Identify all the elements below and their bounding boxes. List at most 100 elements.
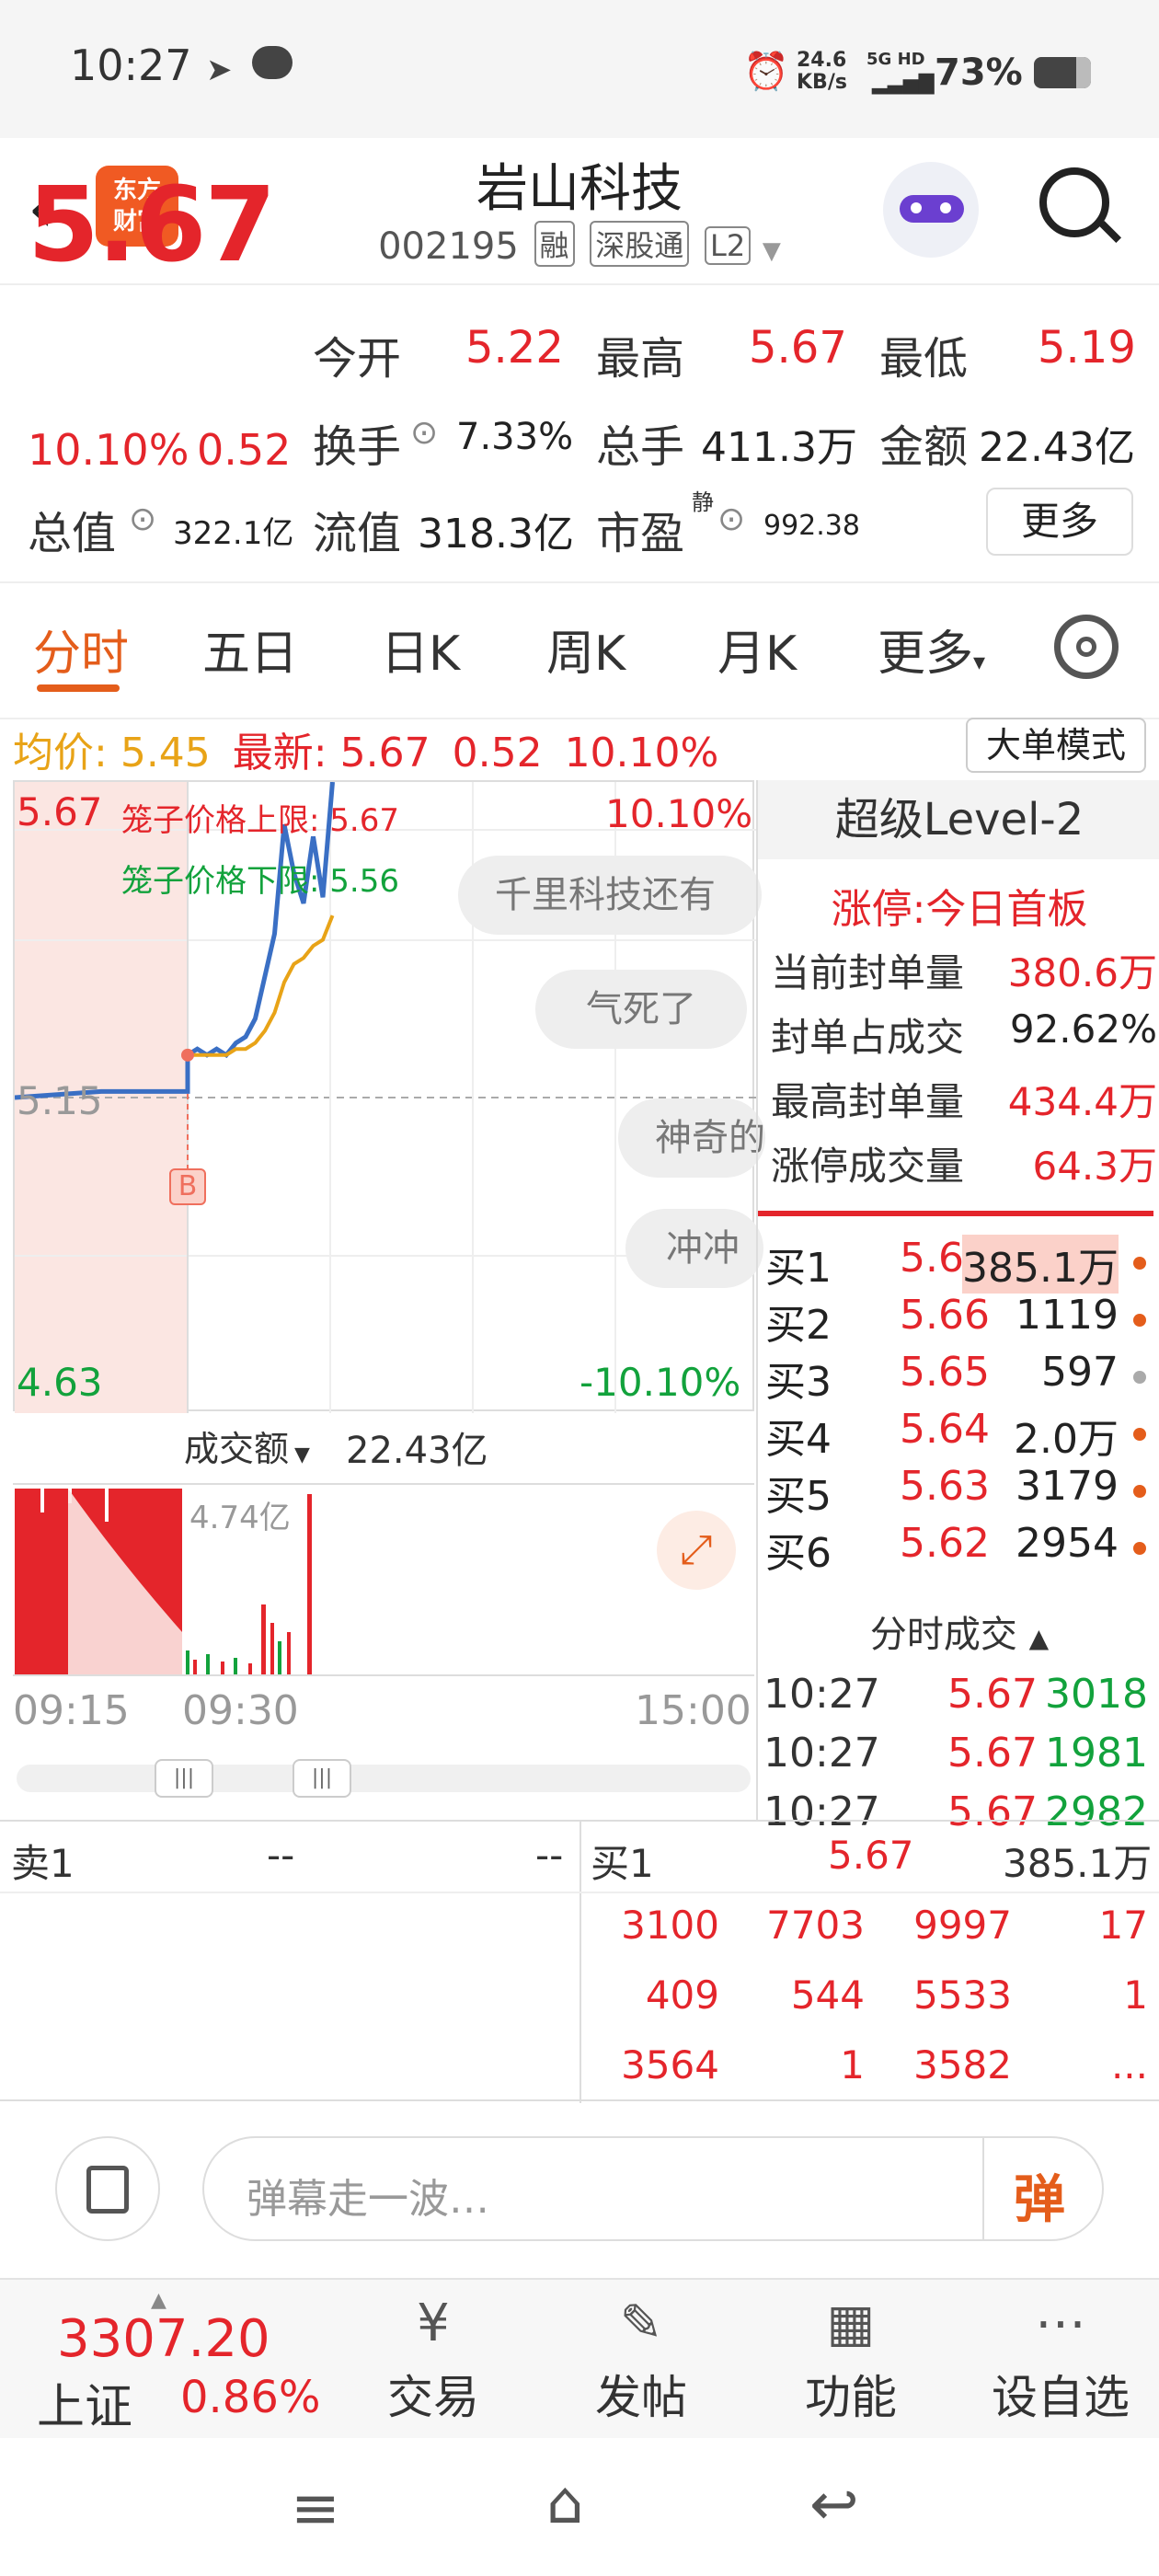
bid-label: 买4	[765, 1416, 832, 1463]
latest-change: 0.52	[452, 730, 543, 776]
buy-marker[interactable]: B	[169, 1168, 206, 1205]
queue-cell: 9997	[913, 1903, 1012, 1948]
add-watchlist-button[interactable]: ⋯ 设自选	[975, 2287, 1146, 2434]
tick-price: 5.67	[947, 1671, 1038, 1718]
info-icon[interactable]: ⊙	[129, 500, 156, 538]
bid-level-row[interactable]: 买6 5.62 2954	[765, 1520, 1159, 1577]
tag-margin: 融	[534, 221, 575, 267]
chart-tabs: 分时 五日 日K 周K 月K 更多▾	[0, 581, 1159, 719]
tick-volume: 3018	[1045, 1671, 1148, 1718]
time-range-slider[interactable]: ||| |||	[17, 1759, 751, 1798]
open-label: 今开	[313, 333, 402, 385]
bid1-label: 买1	[591, 1841, 654, 1886]
divider	[982, 2138, 984, 2239]
queue-cell: 544	[790, 1972, 865, 2018]
queue-cell: 7703	[766, 1903, 865, 1948]
cage-upper-limit: 笼子价格上限: 5.67	[121, 795, 399, 840]
trade-button[interactable]: ¥ 交易	[364, 2287, 502, 2434]
cage-lower-limit: 笼子价格下限: 5.56	[121, 856, 399, 901]
robot-assistant-icon[interactable]	[883, 162, 979, 258]
tab-5day[interactable]: 五日	[202, 615, 298, 684]
gear-icon[interactable]	[1054, 615, 1119, 679]
change-percent: 10.10%	[28, 425, 189, 475]
tick-price: 5.67	[947, 1730, 1038, 1777]
functions-button[interactable]: ▦ 功能	[782, 2287, 920, 2434]
float-label: 流值	[313, 508, 402, 559]
trade-label: 交易	[387, 2371, 479, 2424]
volume-selector[interactable]: 成交额 ▼	[184, 1420, 310, 1471]
bid-level-row[interactable]: 买1 5.67 385.1万	[765, 1235, 1159, 1294]
grid-icon: ▦	[826, 2294, 876, 2353]
bid-price: 5.63	[900, 1463, 990, 1510]
pe-value: 992.38	[763, 510, 860, 542]
danmaku-bubble[interactable]: 气死了	[535, 970, 747, 1049]
queue-cell: 1	[840, 2042, 865, 2087]
signal-indicator: 5G HD	[866, 50, 925, 69]
pe-label: 市盈	[596, 508, 685, 559]
time-label-start: 09:15	[13, 1687, 130, 1734]
danmaku-bubble[interactable]: 千里科技还有	[458, 856, 762, 935]
queue-cell: ...	[1110, 2042, 1148, 2087]
tab-more[interactable]: 更多▾	[878, 615, 985, 684]
info-icon[interactable]: ⊙	[410, 414, 438, 452]
send-danmaku-button[interactable]: 弹	[1014, 2158, 1065, 2233]
time-label-open: 09:30	[182, 1687, 299, 1734]
index-widget[interactable]: ▲ 3307.20 上证 0.86%	[28, 2289, 322, 2436]
bid-dot-icon	[1133, 1257, 1146, 1270]
tick-row: 10:27 5.67 1981	[763, 1730, 1159, 1787]
bid-level-row[interactable]: 买2 5.66 1119	[765, 1292, 1159, 1349]
ask1-label: 卖1	[11, 1841, 75, 1886]
low-value: 5.19	[1038, 322, 1136, 374]
back-nav-icon[interactable]: ↩	[809, 2471, 859, 2539]
volume-value: 411.3万	[701, 424, 857, 471]
big-order-mode-button[interactable]: 大单模式	[966, 718, 1146, 773]
tag-connect: 深股通	[590, 221, 690, 267]
level2-stat-row: 封单占成交 92.62%	[771, 1006, 1157, 1063]
cage-upper-label: 笼子价格上限:	[121, 802, 320, 839]
avg-label: 均价:	[13, 730, 108, 776]
menu-icon[interactable]: ≡	[291, 2475, 340, 2543]
stat-label: 涨停成交量	[771, 1144, 965, 1189]
queue-cell: 1	[1123, 1972, 1148, 2018]
comment-list-icon[interactable]	[55, 2136, 160, 2241]
bid-level-row[interactable]: 买4 5.64 2.0万	[765, 1406, 1159, 1463]
post-button[interactable]: ✎ 发帖	[572, 2287, 710, 2434]
chart-top-price: 5.67	[17, 789, 103, 834]
caret-up-icon: ▲	[1028, 1623, 1050, 1653]
chat-icon	[252, 46, 293, 79]
float-value: 318.3亿	[418, 511, 574, 558]
more-button[interactable]: 更多	[986, 488, 1133, 556]
tab-more-label: 更多	[878, 627, 974, 682]
ticks-title[interactable]: 分时成交 ▲	[758, 1604, 1159, 1658]
slider-handle-right[interactable]: |||	[293, 1759, 351, 1798]
volume-svg	[15, 1489, 312, 1674]
queue-cell: 3564	[621, 2042, 719, 2087]
ask1-volume: --	[535, 1833, 564, 1878]
dropdown-icon[interactable]: ▼	[763, 237, 781, 265]
danmaku-input[interactable]: 弹幕走一波… 弹	[202, 2136, 1104, 2241]
status-bar: 10:27 ➤ ⏰ 24.6 KB/s 5G HD ▂▃▅▇ 73%	[0, 0, 1159, 138]
level2-title[interactable]: 超级Level-2	[758, 780, 1159, 859]
home-icon[interactable]: ⌂	[546, 2469, 584, 2537]
tab-daily-k[interactable]: 日K	[381, 615, 460, 684]
tab-weekly-k[interactable]: 周K	[546, 615, 625, 684]
chart-mid-price: 5.15	[17, 1078, 103, 1123]
danmaku-bubble[interactable]: 冲冲	[625, 1209, 763, 1288]
pe-static-mark: 静	[692, 489, 714, 515]
stat-value: 92.62%	[1009, 1006, 1157, 1052]
intraday-chart[interactable]: 5.67 笼子价格上限: 5.67 10.10% 笼子价格下限: 5.56 5.…	[13, 780, 765, 1413]
tick-volume: 1981	[1045, 1730, 1148, 1777]
danmaku-bubble[interactable]: 神奇的	[618, 1098, 765, 1178]
search-icon[interactable]	[1039, 167, 1122, 244]
tick-time: 10:27	[763, 1671, 880, 1718]
tab-intraday[interactable]: 分时	[33, 615, 129, 684]
bid-dot-icon	[1133, 1542, 1146, 1555]
volume-chart[interactable]: 4.74亿 ⤢	[13, 1483, 754, 1676]
bid-level-row[interactable]: 买5 5.63 3179	[765, 1463, 1159, 1520]
expand-icon[interactable]: ⤢	[657, 1511, 736, 1590]
bid-level-row[interactable]: 买3 5.65 597	[765, 1349, 1159, 1406]
mktcap-label: 总值	[28, 508, 117, 559]
info-icon[interactable]: ⊙	[717, 500, 745, 538]
slider-handle-left[interactable]: |||	[155, 1759, 213, 1798]
tab-monthly-k[interactable]: 月K	[717, 615, 797, 684]
